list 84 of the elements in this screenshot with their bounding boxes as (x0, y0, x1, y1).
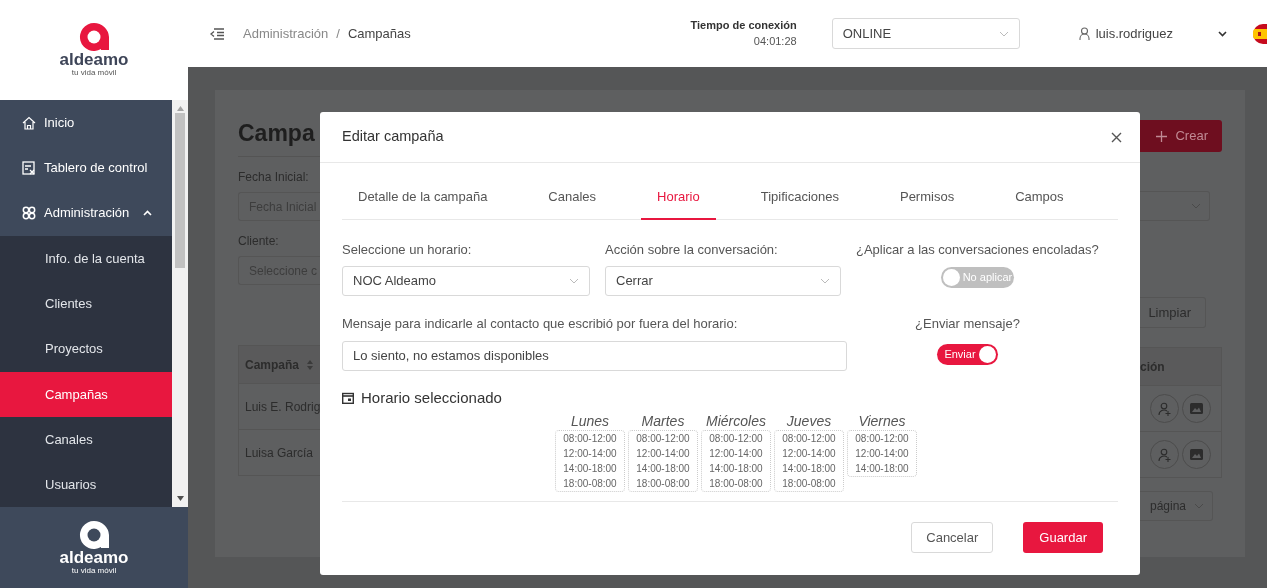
user-icon (1078, 27, 1090, 40)
connection-time-label: Tiempo de conexión (690, 18, 797, 34)
add-user-icon (1157, 447, 1172, 462)
day-name: Miércoles (706, 413, 766, 430)
chevron-down-icon (998, 30, 1009, 37)
time-slot: 18:00-08:00 (631, 475, 695, 491)
time-slot: 08:00-12:00 (704, 430, 768, 446)
tab[interactable]: Canales (532, 177, 613, 220)
time-slot: 08:00-12:00 (777, 430, 841, 446)
day-name: Jueves (786, 413, 832, 430)
sidebar-subitem[interactable]: Usuarios (0, 462, 172, 507)
sidebar-subitem[interactable]: Canales (0, 417, 172, 463)
dashboard-icon (22, 160, 36, 175)
tab[interactable]: Tipificaciones (744, 177, 855, 220)
image-icon (1190, 449, 1203, 460)
close-icon[interactable] (1111, 131, 1122, 143)
schedule-select[interactable]: NOC Aldeamo (342, 266, 590, 296)
chevron-down-icon (569, 278, 579, 284)
field-label: ¿Aplicar a las conversaciones encoladas? (856, 240, 1099, 259)
flag-icon[interactable] (1253, 23, 1267, 44)
day-name: Viernes (858, 413, 906, 430)
scroll-up-icon[interactable] (176, 106, 184, 111)
time-slot: 14:00-18:00 (850, 460, 914, 476)
breadcrumb-item[interactable]: Administración (243, 23, 329, 44)
logo-text: aldeamo (59, 51, 129, 69)
tab[interactable]: Detalle de la campaña (342, 177, 504, 220)
breadcrumb-item: Campañas (347, 24, 411, 43)
grid-icon (22, 206, 36, 221)
time-slot: 14:00-18:00 (558, 460, 622, 476)
cancel-button[interactable]: Cancelar (911, 522, 994, 553)
chevron-down-icon (820, 278, 830, 284)
time-slot: 18:00-08:00 (777, 475, 841, 491)
connection-time: 04:01:28 (752, 33, 797, 49)
field-label: Seleccione un horario: (342, 240, 473, 259)
section-heading: Horario seleccionado (361, 387, 502, 408)
time-slot: 08:00-12:00 (850, 430, 914, 446)
logo-tagline: tu vida móvil (71, 68, 117, 79)
time-slot: 18:00-08:00 (704, 475, 768, 491)
menu-fold-icon[interactable] (210, 27, 224, 40)
plus-icon (1156, 130, 1168, 142)
sidebar-subitem[interactable]: Campañas (0, 371, 172, 418)
scrollbar-thumb[interactable] (175, 113, 185, 268)
field-label: ¿Enviar mensaje? (915, 315, 1020, 333)
logo-icon (77, 21, 111, 52)
sidebar-subitem[interactable]: Proyectos (0, 326, 172, 372)
create-button[interactable]: Crear (1140, 120, 1222, 152)
breadcrumb-separator: / (336, 24, 340, 43)
image-icon (1190, 403, 1203, 414)
time-slot: 08:00-12:00 (631, 430, 695, 446)
time-slot: 14:00-18:00 (631, 460, 695, 476)
user-name[interactable]: luis.rodriguez (1095, 23, 1173, 44)
sidebar-subitem[interactable]: Info. de la cuenta (0, 235, 172, 282)
toggle-switch[interactable]: Enviar (937, 343, 998, 365)
status-select[interactable]: ONLINE (831, 18, 1020, 49)
sidebar-subitem[interactable]: Clientes (0, 281, 172, 327)
logo-text: aldeamo (59, 548, 129, 566)
chevron-down-icon[interactable] (1218, 30, 1227, 37)
time-slot: 14:00-18:00 (777, 460, 841, 476)
field-label: Mensaje para indicarle al contacto que escribió por fuera del horario: (342, 315, 739, 333)
sort-icon (307, 359, 314, 370)
time-slot: 08:00-12:00 (558, 430, 622, 446)
home-icon (22, 115, 36, 130)
field-label: Acción sobre la conversación: (605, 240, 779, 259)
time-slot: 12:00-14:00 (777, 445, 841, 461)
day-name: Martes (641, 413, 685, 430)
dialog-title: Editar campaña (342, 127, 444, 147)
logo-tagline: tu vida móvil (71, 565, 117, 577)
save-button[interactable]: Guardar (1023, 522, 1103, 553)
day-name: Lunes (570, 413, 610, 430)
time-slot: 14:00-18:00 (704, 460, 768, 476)
calendar-icon (342, 391, 354, 404)
add-user-icon (1157, 401, 1172, 416)
tab[interactable]: Campos (999, 177, 1080, 220)
time-slot: 18:00-08:00 (558, 475, 622, 491)
tab[interactable]: Permisos (883, 177, 971, 220)
action-select[interactable]: Cerrar (605, 266, 841, 296)
time-slot: 12:00-14:00 (704, 445, 768, 461)
message-field[interactable]: Lo siento, no estamos disponibles (342, 340, 847, 371)
time-slot: 12:00-14:00 (558, 445, 622, 461)
logo-icon (77, 518, 111, 549)
scroll-down-icon[interactable] (176, 496, 184, 501)
time-slot: 12:00-14:00 (850, 445, 914, 461)
time-slot: 12:00-14:00 (631, 445, 695, 461)
tab[interactable]: Horario (641, 177, 716, 220)
